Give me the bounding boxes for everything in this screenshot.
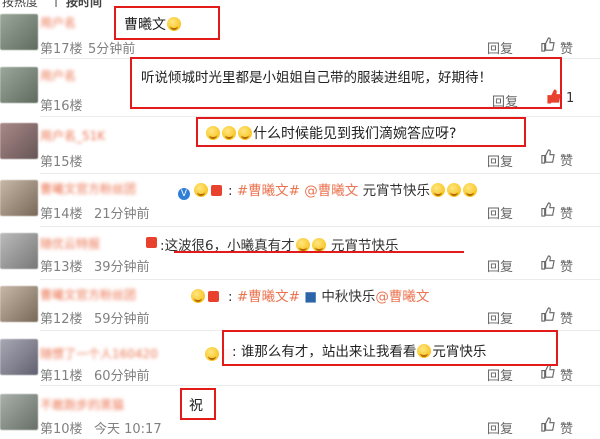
reply-button[interactable]: 回复 — [487, 308, 513, 327]
floor-number: 第10楼 — [40, 422, 83, 437]
reply-button[interactable]: 回复 — [487, 256, 513, 275]
like-icon[interactable] — [546, 89, 561, 108]
like-label: 赞 — [560, 260, 574, 275]
avatar[interactable] — [0, 233, 38, 269]
like-label: 赞 — [560, 312, 574, 327]
avatar[interactable] — [0, 67, 38, 103]
gift-icon — [211, 185, 222, 196]
floor-number: 第17楼 — [40, 42, 83, 57]
comment-row: 随优云特报 :这波很6，小曦真有才 元宵节快乐 第13楼 39分钟前 回复 赞 — [0, 227, 600, 279]
floor-number: 第13楼 — [40, 260, 83, 275]
mention-link[interactable]: @曹曦文 — [375, 289, 429, 305]
sort-tabs: 按热度 | 按时间 — [0, 0, 600, 10]
tab-hot[interactable]: 按热度 — [2, 0, 38, 10]
username[interactable]: 不敢跑步的黑猫 — [40, 396, 124, 413]
avatar[interactable] — [0, 180, 38, 216]
emoji-icon — [194, 183, 208, 197]
floor-number: 第11楼 — [40, 369, 83, 384]
tab-time[interactable]: 按时间 — [66, 0, 102, 10]
emoji-icon — [191, 289, 205, 303]
comment-text: : #曹曦文# ■ 中秋快乐@曹曦文 — [228, 289, 430, 305]
floor-number: 第16楼 — [40, 99, 83, 114]
comment-text: : 谁那么有才，站出来让我看看 元宵快乐 — [232, 344, 487, 360]
comment-text: 曹曦文 — [124, 14, 182, 34]
like-label: 赞 — [560, 207, 574, 222]
reply-button[interactable]: 回复 — [487, 418, 513, 437]
cry-emoji-icon — [222, 126, 236, 140]
link-icon: ■ — [304, 289, 318, 305]
username[interactable]: 曹曦文官方粉丝团 — [40, 286, 136, 303]
username[interactable]: 用户名_51K — [40, 127, 105, 144]
verified-badge-icon: V — [178, 180, 222, 200]
laugh-emoji-icon — [431, 183, 446, 197]
tab-divider: | — [54, 0, 59, 7]
gift-icon — [146, 237, 157, 248]
like-icon[interactable] — [540, 307, 555, 326]
avatar[interactable] — [0, 286, 38, 322]
username[interactable]: 随优云特报 — [40, 235, 100, 252]
badge-icon — [190, 286, 219, 305]
floor-number: 第15楼 — [40, 155, 83, 170]
like-icon[interactable] — [540, 255, 555, 274]
username[interactable]: 用户名 — [40, 14, 76, 31]
comment-text: : #曹曦文# @曹曦文 元宵节快乐 — [228, 179, 478, 199]
reply-button[interactable]: 回复 — [492, 91, 518, 110]
comment-time: 5分钟前 — [88, 42, 136, 57]
comment-row: 不敢跑步的黑猫 第10楼 今天 10:17 回复 赞 — [0, 386, 600, 439]
comment-text: 什么时候能见到我们滴婉答应呀? — [205, 123, 456, 143]
username[interactable]: 用户名 — [40, 67, 76, 84]
like-label: 赞 — [560, 154, 574, 169]
cry-emoji-icon — [206, 126, 220, 140]
gift-icon — [208, 291, 219, 302]
laugh-emoji-icon — [417, 344, 432, 358]
like-icon[interactable] — [540, 149, 555, 168]
username[interactable]: 随惯了一个人160420 — [40, 345, 158, 362]
cry-emoji-icon — [311, 238, 326, 252]
like-label: 赞 — [560, 42, 574, 57]
highlight-underline — [174, 251, 464, 253]
avatar[interactable] — [0, 339, 38, 375]
avatar[interactable] — [0, 394, 38, 430]
comment-row: 曹曦文官方粉丝团 : #曹曦文# ■ 中秋快乐@曹曦文 第12楼 59分钟前 回… — [0, 280, 600, 330]
laugh-emoji-icon — [167, 17, 181, 31]
comment-time: 39分钟前 — [94, 260, 150, 275]
reply-button[interactable]: 回复 — [487, 38, 513, 57]
like-icon[interactable] — [540, 37, 555, 56]
like-label: 赞 — [560, 369, 574, 384]
like-icon[interactable] — [540, 202, 555, 221]
floor-number: 第14楼 — [40, 207, 83, 222]
comment-time: 59分钟前 — [94, 312, 150, 327]
comment-row: 曹曦文官方粉丝团 V : #曹曦文# @曹曦文 元宵节快乐 第14楼 21分钟前… — [0, 174, 600, 226]
laugh-emoji-icon — [463, 183, 478, 197]
mention-link[interactable]: @曹曦文 — [304, 183, 358, 199]
like-label: 赞 — [560, 422, 574, 437]
avatar[interactable] — [0, 14, 38, 50]
like-icon[interactable] — [540, 417, 555, 436]
reply-button[interactable]: 回复 — [487, 151, 513, 170]
username[interactable]: 曹曦文官方粉丝团 — [40, 180, 136, 197]
reply-button[interactable]: 回复 — [487, 203, 513, 222]
comment-time: 60分钟前 — [94, 369, 150, 384]
comment-text: 祝 — [189, 398, 203, 414]
floor-number: 第12楼 — [40, 312, 83, 327]
topic-tag[interactable]: #曹曦文# — [237, 183, 300, 199]
cry-emoji-icon — [295, 238, 310, 252]
reply-button[interactable]: 回复 — [487, 365, 513, 384]
comment-time: 今天 10:17 — [94, 422, 162, 437]
cry-emoji-icon — [238, 126, 252, 140]
smile-emoji-icon — [205, 347, 219, 361]
like-count: 1 — [566, 91, 575, 106]
laugh-emoji-icon — [447, 183, 462, 197]
topic-tag[interactable]: #曹曦文# — [237, 289, 300, 305]
like-icon[interactable] — [540, 364, 555, 383]
comment-text: 听说倾城时光里都是小姐姐自己带的服装进组呢，好期待！ — [141, 70, 492, 86]
comment-time: 21分钟前 — [94, 207, 150, 222]
avatar[interactable] — [0, 123, 38, 159]
comment-row: 用户名 第17楼 5分钟前 回复 赞 — [0, 10, 600, 58]
